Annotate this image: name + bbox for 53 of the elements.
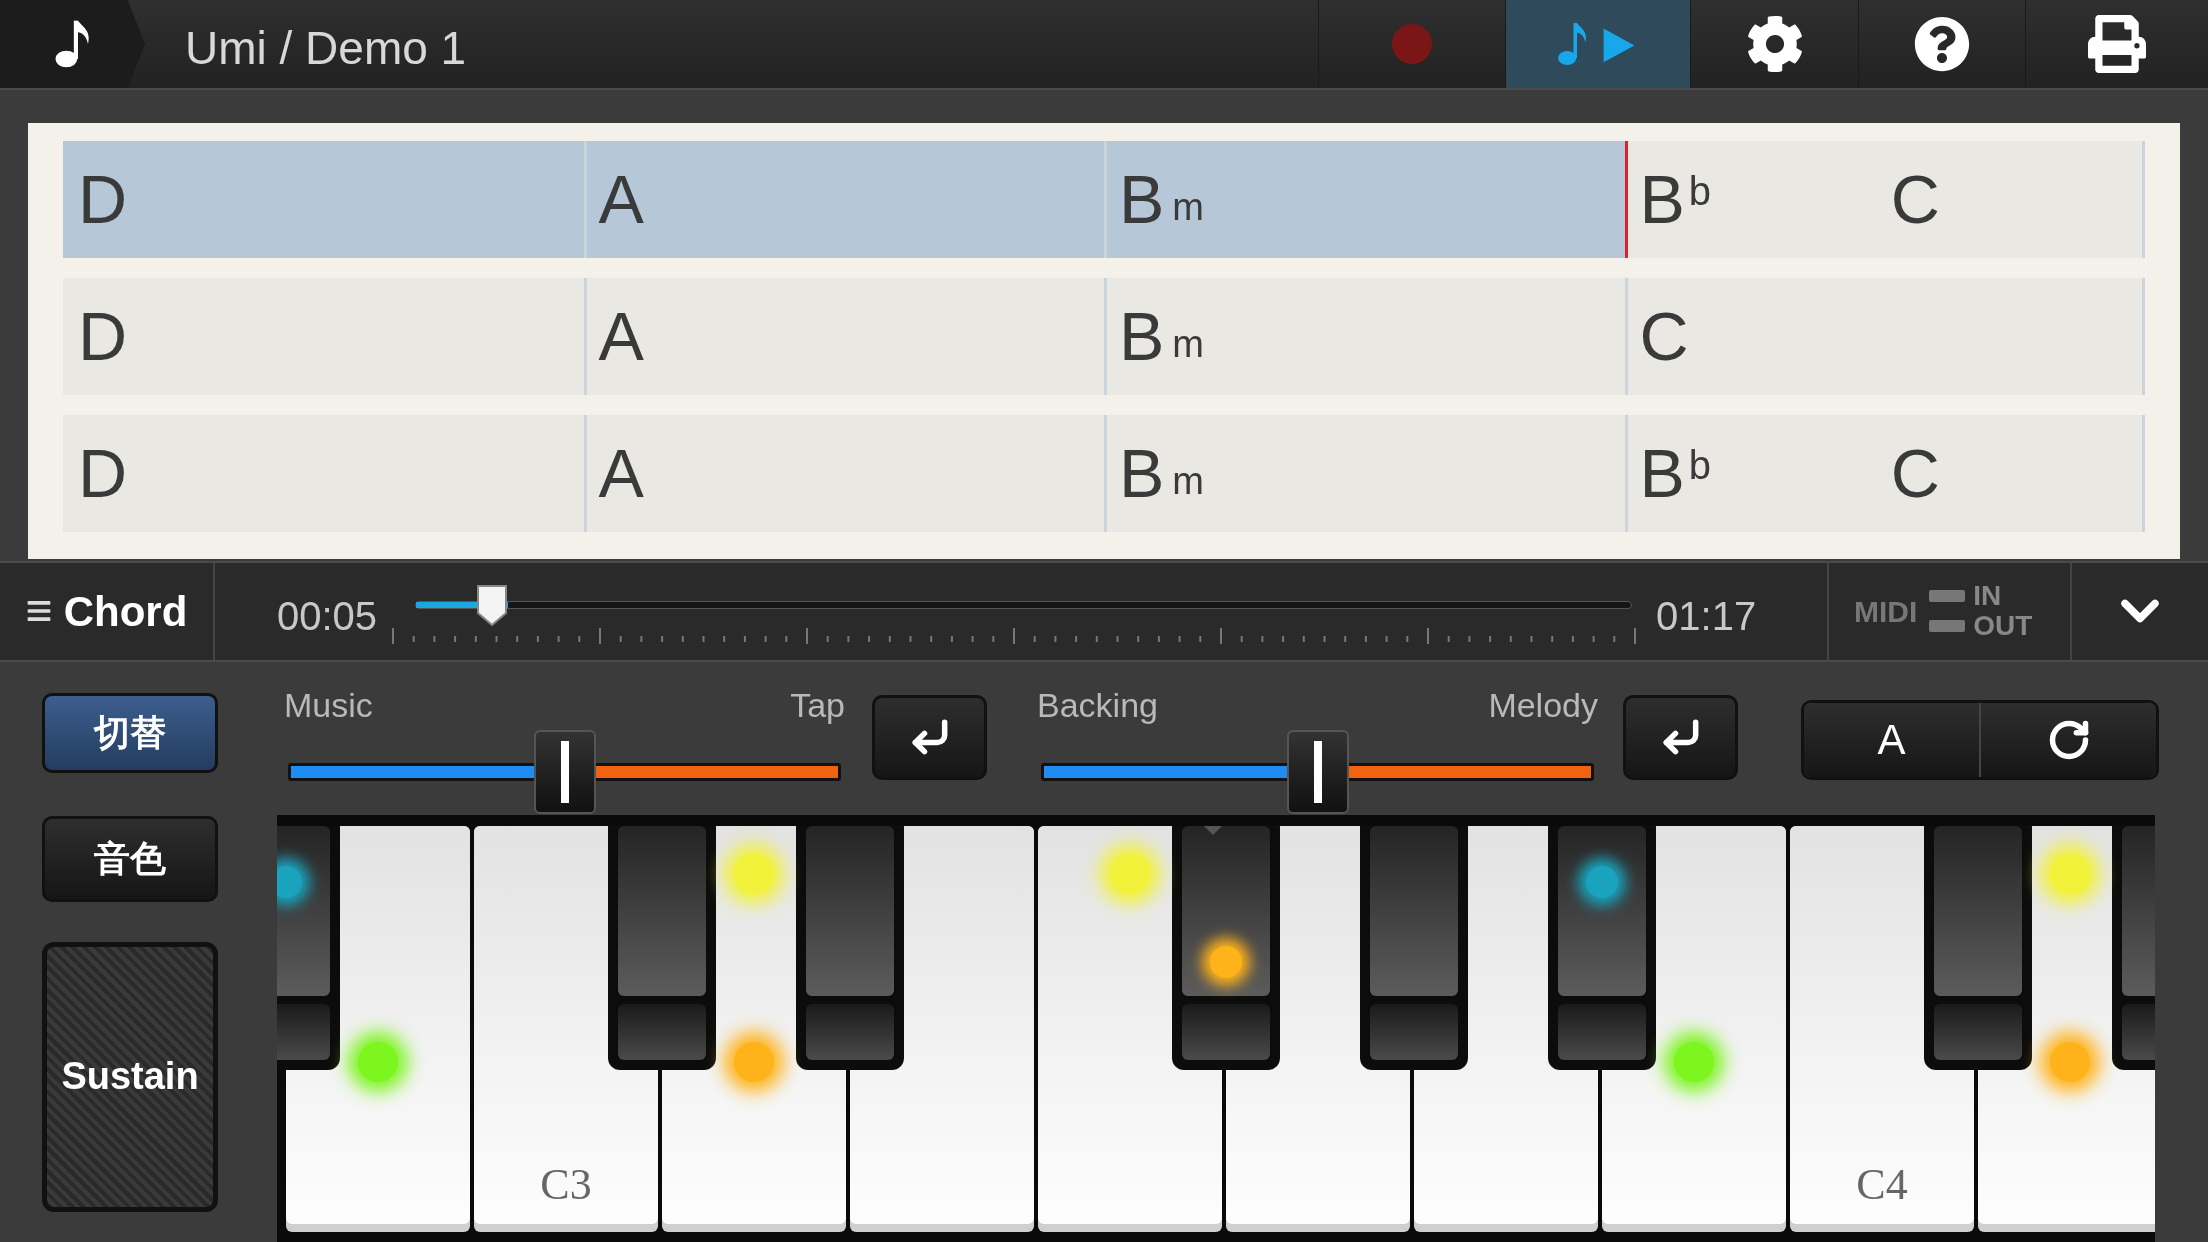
- tone-button[interactable]: 音色: [42, 816, 218, 902]
- chord-symbol: A: [598, 302, 645, 371]
- chord-symbol: D: [78, 439, 129, 508]
- slider-right-label: Melody: [1488, 688, 1598, 722]
- chord-symbol: A: [598, 439, 645, 508]
- slider-left-label: Backing: [1037, 688, 1158, 722]
- slider-left-label: Music: [284, 688, 373, 722]
- midi-label: MIDI: [1854, 593, 1918, 630]
- switch-button[interactable]: 切替: [42, 693, 218, 773]
- chord-symbol: D: [78, 302, 129, 371]
- settings-icon: [1745, 14, 1804, 73]
- measure-cell[interactable]: D: [63, 277, 584, 395]
- reset-button[interactable]: [872, 695, 987, 780]
- position-marker-icon: [1203, 826, 1223, 835]
- chord-symbol: C: [1639, 302, 1690, 371]
- measure-cell[interactable]: B m: [1104, 140, 1625, 258]
- balance-slider[interactable]: [288, 730, 841, 814]
- measure-cell[interactable]: D: [63, 140, 584, 258]
- balance-slider[interactable]: [1041, 730, 1594, 814]
- key-label: C3: [539, 1159, 593, 1211]
- measure-cell[interactable]: B m: [1104, 277, 1625, 395]
- home-tab[interactable]: [0, 0, 145, 88]
- sustain-button[interactable]: Sustain: [42, 942, 218, 1212]
- print-icon: [2088, 14, 2146, 73]
- midi-port-label: OUT: [1973, 612, 2033, 641]
- elapsed-time: 00:05: [277, 593, 378, 641]
- chord-symbol: C: [1890, 439, 1941, 508]
- key-button[interactable]: A: [1804, 703, 1981, 777]
- chord-symbol: B m: [1119, 302, 1205, 371]
- chord-symbol: A: [598, 165, 645, 234]
- measure-cell[interactable]: A: [583, 140, 1104, 258]
- play-along-button[interactable]: [1505, 0, 1690, 88]
- chord-menu-button[interactable]: Chord: [0, 562, 215, 660]
- help-icon: [1914, 15, 1970, 72]
- measure-cell[interactable]: B m: [1104, 414, 1625, 532]
- chord-symbol: B m: [1119, 165, 1205, 234]
- chord-symbol: C: [1890, 165, 1941, 234]
- measure-cell[interactable]: C: [1624, 277, 2145, 395]
- chord-symbol: B m: [1119, 439, 1205, 508]
- key-label: C4: [1855, 1159, 1909, 1211]
- total-time: 01:17: [1656, 593, 1757, 641]
- reset-button[interactable]: [1623, 695, 1738, 780]
- slider-right-label: Tap: [790, 688, 845, 722]
- midi-port-label: IN: [1973, 582, 2002, 611]
- chord-symbol: D: [78, 165, 129, 234]
- measure-cell[interactable]: D: [63, 414, 584, 532]
- slider-handle[interactable]: [533, 730, 596, 814]
- song-title: Umi / Demo 1: [185, 21, 467, 77]
- measure-cell[interactable]: A: [583, 277, 1104, 395]
- position-thumb[interactable]: [474, 583, 509, 628]
- measure-cell[interactable]: A: [583, 414, 1104, 532]
- refresh-button[interactable]: [1981, 703, 2156, 777]
- slider-handle[interactable]: [1286, 730, 1349, 814]
